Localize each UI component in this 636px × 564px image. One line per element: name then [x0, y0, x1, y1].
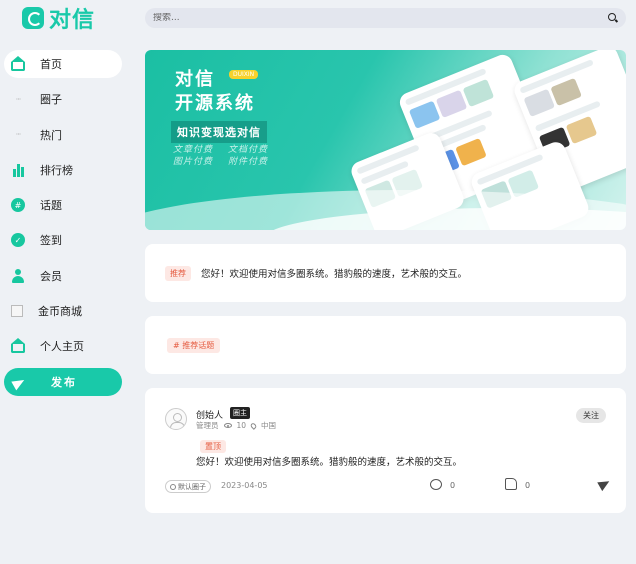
sidebar-item-label: 首页 [40, 58, 62, 71]
app-logo[interactable]: 对信 [22, 4, 96, 33]
publish-button[interactable]: 发布 [4, 368, 122, 396]
like-count: 0 [525, 481, 531, 490]
sidebar-item-profile[interactable]: 个人主页 [4, 332, 122, 360]
banner-feature: 附件付费 [228, 157, 269, 167]
sidebar-item-hot[interactable]: ··· 热门 [4, 121, 122, 149]
logo-icon [22, 7, 44, 29]
comment-icon[interactable] [430, 479, 442, 490]
search-bar[interactable] [145, 8, 626, 28]
topics-panel: # 推荐话题 [145, 316, 626, 374]
topic-tag[interactable]: # 推荐话题 [167, 337, 221, 353]
announcement-text: 您好！欢迎使用对信多圈系统。猎豹般的速度，艺术般的交互。 [201, 269, 468, 280]
sidebar-item-member[interactable]: 会员 [4, 262, 122, 290]
checkin-icon: ✓ [11, 233, 25, 248]
avatar[interactable] [165, 408, 187, 430]
sidebar-item-label: 个人主页 [40, 340, 84, 354]
sidebar-item-label: 会员 [40, 269, 62, 283]
view-count: 10 [236, 421, 247, 430]
eye-icon [223, 423, 232, 428]
sidebar-item-label: 热门 [40, 128, 62, 142]
sidebar-item-ranking[interactable]: 排行榜 [4, 156, 122, 184]
banner-tag: DUIXIN [229, 70, 259, 79]
like-icon[interactable] [505, 478, 517, 490]
sidebar-item-topics[interactable]: # 话题 [4, 191, 122, 219]
location-icon [249, 421, 258, 430]
share-icon[interactable] [597, 476, 612, 492]
dots-icon: ··· [15, 94, 22, 104]
user-group: 管理员 [196, 421, 219, 430]
banner-slogan: 知识变现选对信 [171, 121, 267, 143]
home-icon [11, 55, 25, 71]
circle-tag[interactable]: 默认圈子 [165, 480, 211, 493]
post-card[interactable]: 创始人 圈主 管理员 10 中国 关注 置顶 您好！欢迎使用对信多圈系统。猎豹般… [145, 388, 626, 513]
broken-image-icon [11, 305, 23, 318]
sidebar-item-label: 金币商城 [38, 305, 82, 319]
role-badge: 圈主 [230, 407, 250, 419]
user-icon [11, 268, 25, 283]
sidebar-item-label: 排行榜 [40, 163, 73, 177]
sidebar-item-label: 圈子 [40, 93, 62, 107]
sidebar-item-label: 话题 [40, 199, 62, 213]
circle-name: 默认圈子 [178, 482, 206, 491]
search-icon[interactable] [608, 13, 618, 23]
sidebar-item-checkin[interactable]: ✓ 签到 [4, 226, 122, 254]
follow-button[interactable]: 关注 [576, 408, 606, 423]
publish-label: 发布 [51, 376, 77, 389]
post-meta: 管理员 10 中国 [196, 420, 276, 431]
banner-title-line: 开源系统 [175, 93, 255, 114]
announcement-panel[interactable]: 推荐 您好！欢迎使用对信多圈系统。猎豹般的速度，艺术般的交互。 [145, 244, 626, 302]
send-icon [13, 376, 25, 388]
location-text: 中国 [261, 421, 277, 430]
logo-text: 对信 [49, 8, 96, 33]
banner-feature: 图片付费 [173, 157, 214, 167]
pinned-badge: 置顶 [200, 440, 226, 453]
post-date: 2023-04-05 [221, 481, 268, 490]
sidebar-item-coin-mall[interactable]: 金币商城 [4, 297, 122, 325]
sidebar-nav: 首页 ··· 圈子 ··· 热门 排行榜 # 话题 ✓ 签到 会员 金币商城 个… [4, 50, 122, 368]
post-text[interactable]: 您好！欢迎使用对信多圈系统。猎豹般的速度，艺术般的交互。 [196, 454, 462, 468]
search-input[interactable] [153, 13, 608, 23]
recommend-badge: 推荐 [165, 265, 191, 281]
dots-icon: ··· [15, 130, 22, 140]
promo-banner[interactable]: 对信 开源系统 DUIXIN 知识变现选对信 文章付费 文档付费 图片付费 附件… [145, 50, 626, 230]
circle-icon [170, 483, 176, 490]
profile-home-icon [11, 337, 25, 353]
comment-count: 0 [450, 481, 456, 490]
sidebar-item-label: 签到 [40, 234, 62, 248]
topic-icon: # [11, 198, 25, 213]
ranking-icon [11, 163, 25, 177]
sidebar-item-home[interactable]: 首页 [4, 50, 122, 78]
sidebar-item-circles[interactable]: ··· 圈子 [4, 85, 122, 113]
